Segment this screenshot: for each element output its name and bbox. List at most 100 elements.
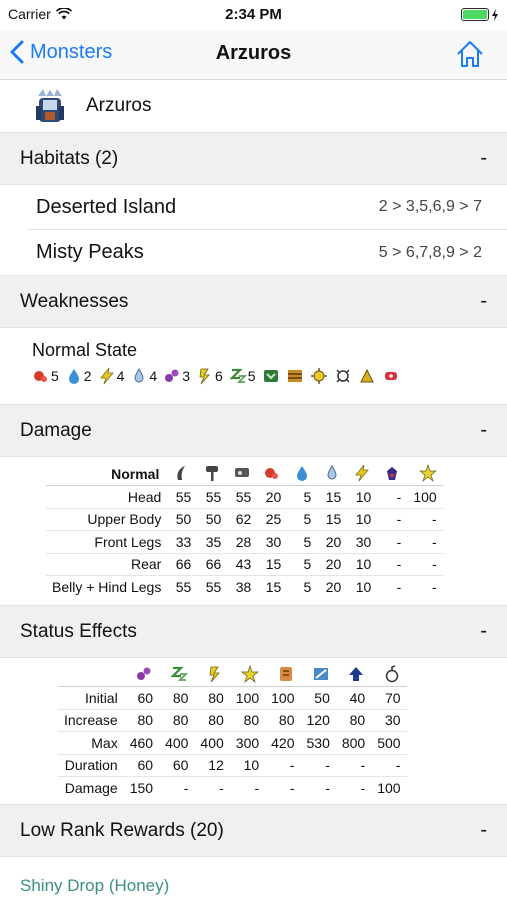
table-cell: 5 bbox=[287, 508, 318, 531]
table-cell: 800 bbox=[335, 731, 372, 755]
mount-icon bbox=[313, 667, 328, 680]
page-title: Arzuros bbox=[215, 42, 292, 64]
habitat-zones: 2 > 3,5,6,9 > 7 bbox=[378, 198, 482, 215]
weakness-value: 6 bbox=[214, 368, 223, 384]
table-cell: 20 bbox=[317, 530, 348, 554]
table-cell: 66 bbox=[167, 553, 198, 576]
dragon-icon bbox=[387, 466, 398, 480]
table-cell: 55 bbox=[205, 579, 222, 595]
table-cell: 400 bbox=[159, 731, 195, 755]
section-title: Status Effects bbox=[20, 620, 137, 642]
weakness-state-label: Normal State bbox=[32, 340, 138, 360]
weaknesses-block: Normal State 5 2 4 4 3 6 5 bbox=[0, 328, 507, 404]
collapse-toggle[interactable]: - bbox=[480, 419, 487, 442]
table-cell: 400 bbox=[194, 731, 230, 755]
table-cell: - bbox=[289, 780, 295, 796]
low-rank-rewards-section-header[interactable]: Low Rank Rewards (20) - bbox=[0, 804, 507, 857]
status-row-label: Increase bbox=[58, 709, 124, 732]
table-cell: 15 bbox=[317, 508, 348, 531]
paralysis-icon bbox=[209, 666, 220, 682]
body-part-label: Upper Body bbox=[46, 508, 168, 531]
table-cell: 120 bbox=[300, 709, 336, 732]
table-cell: 62 bbox=[227, 508, 258, 531]
table-cell: - bbox=[377, 553, 408, 576]
weakness-ice: 4 bbox=[130, 367, 157, 385]
damage-section-header[interactable]: Damage - bbox=[0, 404, 507, 457]
status-effects-table: Initial 60 80 80 100 100 50 40 70 Increase 80 80 80 8… bbox=[58, 664, 407, 799]
weakness-value: 2 bbox=[83, 368, 92, 384]
body-part-label: Head bbox=[46, 485, 168, 509]
table-cell: 500 bbox=[371, 731, 407, 755]
column-header bbox=[287, 463, 318, 486]
table-cell: 100 bbox=[407, 485, 443, 509]
column-header bbox=[407, 463, 443, 486]
table-row: Increase 80 80 80 80 80 120 80 30 bbox=[58, 709, 407, 732]
weakness-value: 5 bbox=[51, 368, 59, 384]
collapse-toggle[interactable]: - bbox=[480, 819, 487, 842]
exhaust-icon bbox=[279, 666, 292, 681]
blast-icon bbox=[385, 664, 398, 682]
table-cell: 55 bbox=[197, 485, 228, 509]
weakness-poison: 3 bbox=[163, 367, 190, 385]
weakness-water: 2 bbox=[65, 367, 92, 385]
status-row-label: Initial bbox=[58, 686, 124, 710]
clock: 2:34 PM bbox=[225, 6, 282, 23]
monster-name: Arzuros bbox=[86, 95, 152, 116]
column-header bbox=[227, 463, 258, 486]
table-cell: - bbox=[300, 754, 336, 777]
table-row: Front Legs 33 35 28 30 5 20 30- - bbox=[46, 530, 443, 554]
damage-header-row: Normal bbox=[46, 463, 443, 486]
table-cell: 15 bbox=[317, 485, 348, 509]
habitat-row[interactable]: Misty Peaks 5 > 6,7,8,9 > 2 bbox=[27, 230, 507, 275]
section-title: Weaknesses bbox=[20, 290, 129, 312]
table-row: Upper Body 50 50 62 25 5 15 10- - bbox=[46, 508, 443, 531]
fire-icon bbox=[265, 467, 279, 479]
dung-bomb-icon bbox=[359, 368, 374, 383]
arzuros-monster-icon bbox=[36, 89, 64, 122]
body-part-label: Front Legs bbox=[46, 530, 168, 554]
section-title: Damage bbox=[20, 419, 92, 441]
habitats-section-header[interactable]: Habitats (2) - bbox=[0, 132, 507, 185]
status-table-wrap: Initial 60 80 80 100 100 50 40 70 Increase 80 80 80 8… bbox=[0, 658, 507, 804]
table-cell: 66 bbox=[197, 553, 228, 576]
damage-state-label: Normal bbox=[46, 463, 168, 486]
column-header bbox=[257, 463, 288, 486]
table-cell: 100 bbox=[265, 686, 301, 710]
table-cell: 30 bbox=[371, 709, 407, 732]
section-title: Habitats (2) bbox=[20, 147, 119, 169]
collapse-toggle[interactable]: - bbox=[480, 147, 487, 170]
collapse-toggle[interactable]: - bbox=[480, 290, 487, 313]
column-header bbox=[194, 664, 230, 687]
table-cell: 33 bbox=[167, 530, 198, 554]
shot-icon bbox=[235, 467, 250, 477]
habitat-row[interactable]: Deserted Island 2 > 3,5,6,9 > 7 bbox=[27, 185, 507, 230]
ice-icon bbox=[134, 368, 144, 383]
table-cell: 10 bbox=[347, 508, 378, 531]
column-header bbox=[197, 463, 228, 486]
collapse-toggle[interactable]: - bbox=[480, 620, 487, 643]
table-cell: 80 bbox=[265, 709, 301, 732]
column-header bbox=[335, 664, 372, 687]
weakness-paralysis: 6 bbox=[196, 367, 223, 385]
column-header bbox=[371, 664, 407, 687]
table-cell: 60 bbox=[123, 686, 160, 710]
table-cell: 55 bbox=[175, 579, 192, 595]
table-cell: 20 bbox=[257, 485, 288, 509]
home-button[interactable] bbox=[455, 39, 485, 74]
table-cell: 50 bbox=[167, 508, 198, 531]
table-cell: - bbox=[183, 780, 189, 796]
table-row: Initial 60 80 80 100 100 50 40 70 bbox=[58, 686, 407, 710]
table-cell: 10 bbox=[355, 579, 372, 595]
stun-icon bbox=[418, 463, 437, 482]
body-part-label: Belly + Hind Legs bbox=[52, 579, 162, 595]
status-effects-section-header[interactable]: Status Effects - bbox=[0, 605, 507, 658]
table-row: Duration 60 60 12 10- - - - bbox=[58, 754, 407, 777]
weakness-value: 4 bbox=[149, 368, 158, 384]
weakness-fire: 5 bbox=[32, 367, 59, 385]
status-row-label: Duration bbox=[58, 754, 124, 777]
reward-item-link[interactable]: Shiny Drop (Honey) bbox=[0, 857, 507, 900]
table-cell: 35 bbox=[197, 530, 228, 554]
table-cell: 25 bbox=[257, 508, 288, 531]
table-cell: 80 bbox=[159, 686, 195, 710]
weaknesses-section-header[interactable]: Weaknesses - bbox=[0, 275, 507, 328]
